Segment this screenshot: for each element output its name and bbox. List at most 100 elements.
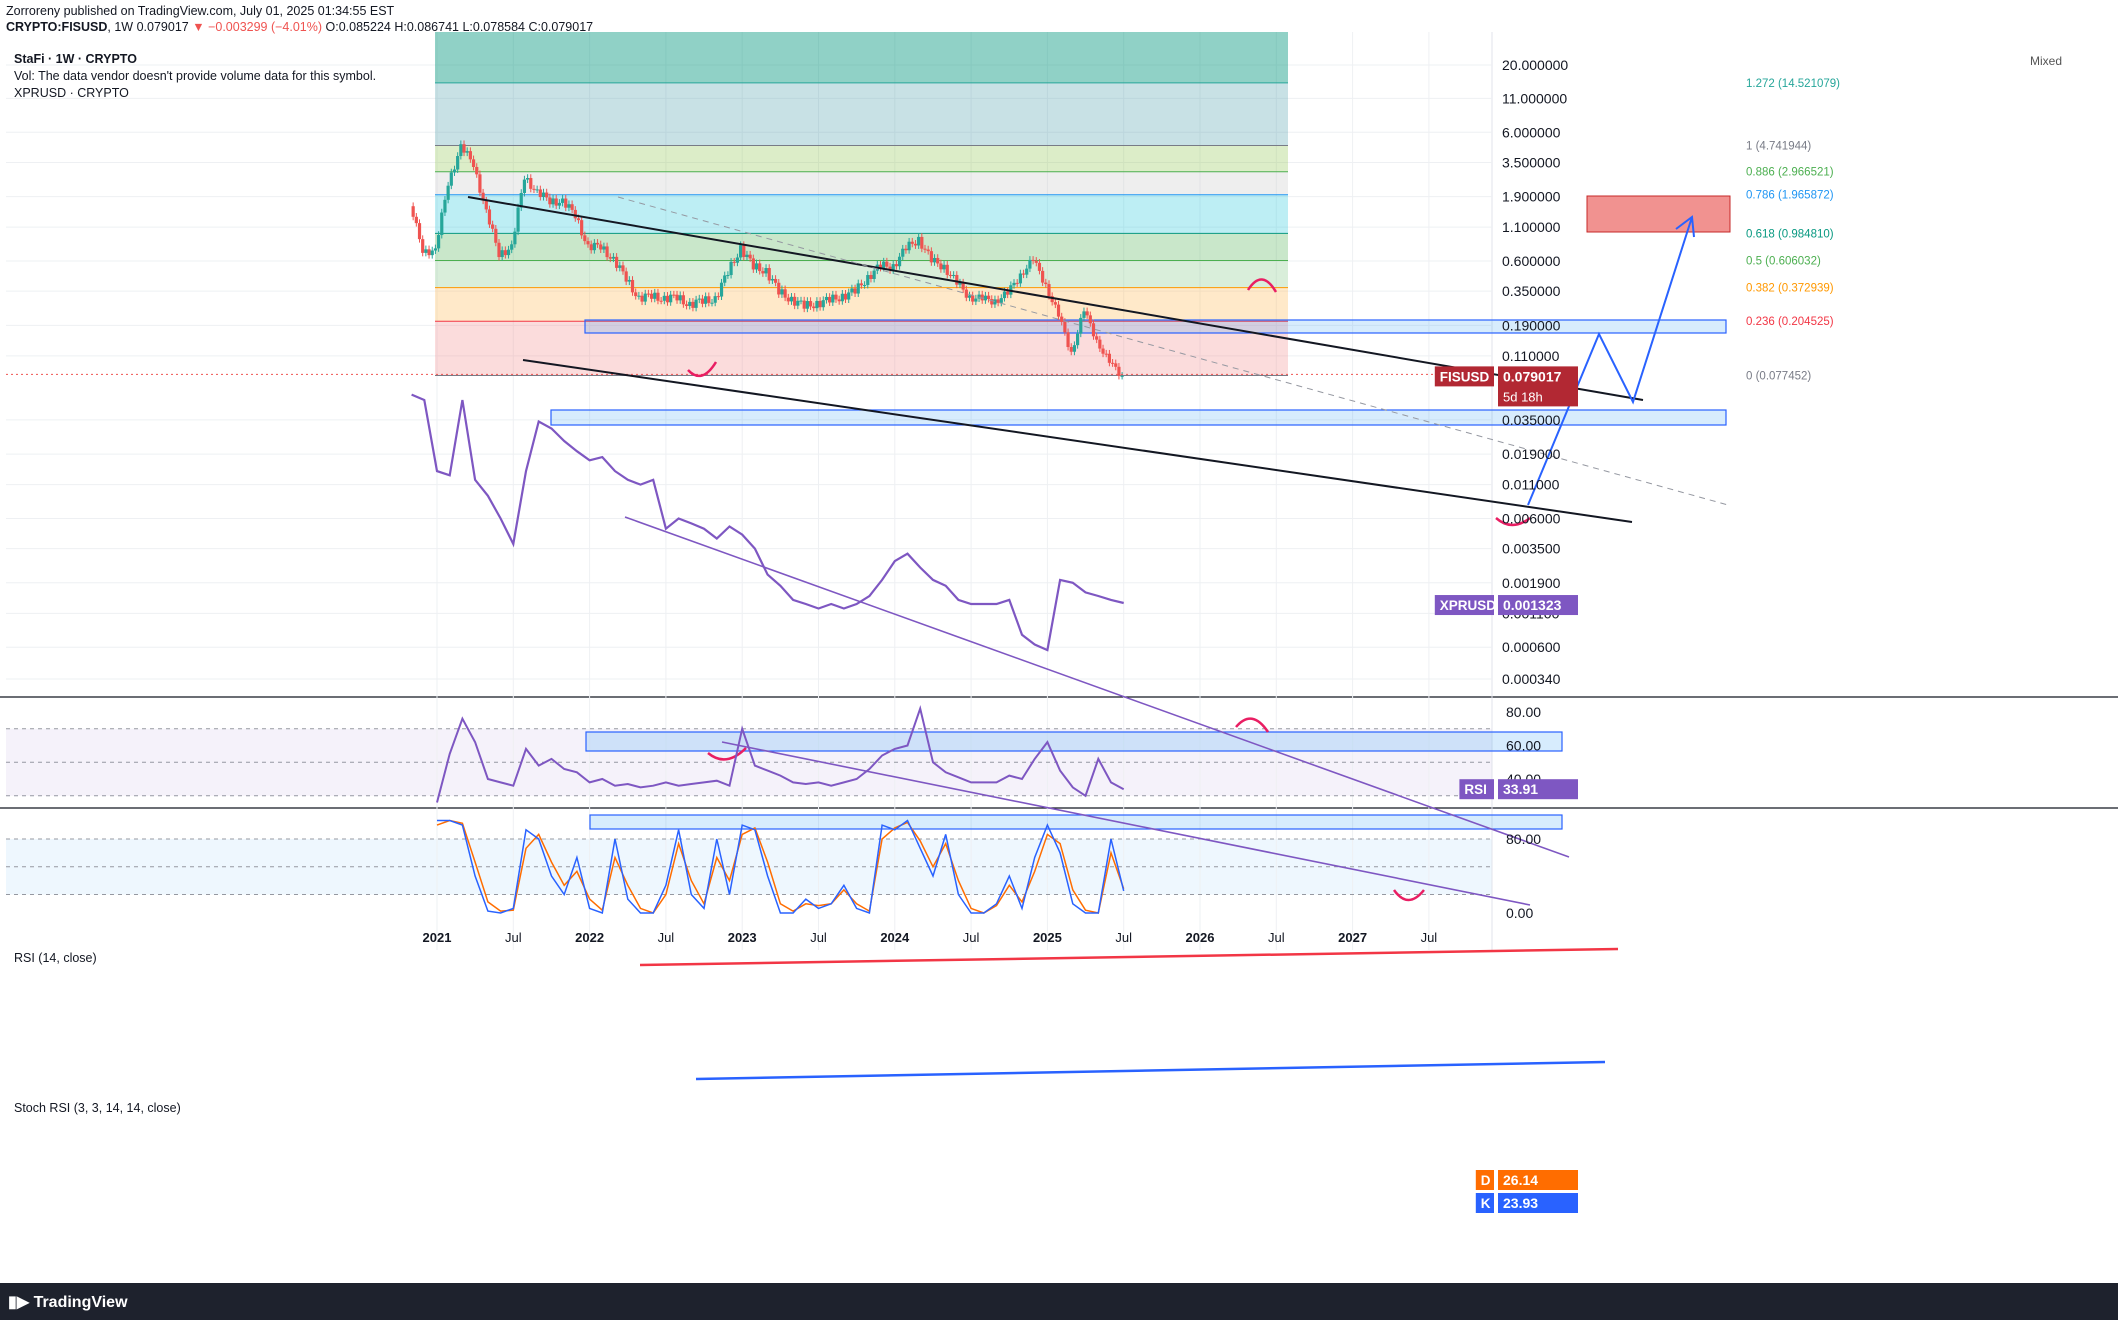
compare-symbol[interactable]: XPRUSD · CRYPTO	[14, 86, 129, 100]
time-tick-label: Jul	[1268, 930, 1285, 945]
candle-body	[640, 295, 644, 302]
candle-body	[688, 301, 692, 306]
tradingview-logo[interactable]: ▮▶ TradingView	[8, 1292, 128, 1312]
candle-body	[678, 295, 682, 301]
candle-body	[952, 274, 956, 276]
candle-body	[808, 301, 813, 307]
candle-body	[589, 244, 593, 251]
rsi-title: RSI (14, close)	[14, 951, 97, 965]
candle-body	[1056, 304, 1061, 317]
candle-body	[767, 268, 771, 281]
fib-level-label: 1.272 (14.521079)	[1746, 78, 1840, 90]
candle-body	[557, 202, 561, 206]
candle-body	[1025, 268, 1029, 275]
candle-body	[1002, 291, 1007, 299]
candle-body	[1107, 353, 1111, 363]
candle-body	[513, 231, 517, 245]
candle-body	[1110, 362, 1115, 364]
time-tick-label: 2022	[575, 930, 604, 945]
candle-body	[545, 192, 549, 198]
stoch-d-badge-value: 26.14	[1503, 1172, 1538, 1188]
fib-zone	[435, 171, 1288, 195]
chart-canvas[interactable]: 1.272 (14.521079) 1 (4.741944) 0.886 (2.96…	[0, 0, 2118, 1283]
candle-body	[945, 264, 949, 275]
price-tick-label: 0.019000	[1502, 446, 1561, 462]
candle-body	[427, 249, 431, 256]
candle-body	[468, 151, 472, 160]
xprusd-badge-value: 0.001323	[1503, 597, 1562, 613]
candle-body	[1031, 259, 1035, 261]
rsi-resistance-line	[639, 947, 1619, 967]
price-tick-label: 1.100000	[1502, 219, 1561, 235]
candle-body	[920, 236, 924, 249]
candle-body	[923, 248, 927, 250]
time-tick-label: Jul	[505, 930, 522, 945]
stoch-tick-label: 0.00	[1506, 905, 1533, 921]
candle-body	[459, 144, 463, 157]
price-tick-label: 1.900000	[1502, 189, 1561, 205]
price-tick-label: 0.000340	[1502, 671, 1561, 687]
time-tick-label: 2027	[1338, 930, 1367, 945]
candle-body	[649, 293, 654, 299]
candle-body	[586, 241, 590, 245]
fib-level-label: 0.236 (0.204525)	[1746, 316, 1834, 328]
candle-body	[669, 294, 673, 303]
scale-mode[interactable]: Mixed	[2030, 54, 2062, 68]
candle-body	[847, 292, 851, 300]
candle-body	[786, 297, 790, 302]
xpr-upper-trendline	[624, 516, 1570, 858]
candle-body	[433, 248, 438, 251]
time-tick-label: Jul	[1421, 930, 1438, 945]
price-tick-label: 0.035000	[1502, 412, 1561, 428]
candle-body	[1069, 347, 1073, 352]
candle-body	[615, 256, 619, 268]
candle-body	[983, 295, 988, 301]
candle-body	[986, 295, 991, 300]
candle-body	[1085, 311, 1089, 316]
candle-body	[611, 256, 616, 259]
candle-body	[939, 263, 943, 270]
candle-body	[1072, 345, 1077, 352]
time-tick-label: Jul	[810, 930, 827, 945]
candle-body	[926, 249, 930, 252]
candle-body	[735, 257, 740, 263]
candle-body	[764, 268, 768, 274]
candle-body	[656, 292, 660, 301]
candle-body	[932, 257, 937, 263]
candle-body	[1082, 311, 1086, 318]
candle-body	[713, 296, 717, 303]
candle-body	[862, 284, 867, 286]
candle-body	[739, 245, 743, 258]
candle-body	[913, 243, 918, 246]
rsi-badge-value: 33.91	[1503, 781, 1538, 797]
candle-body	[793, 296, 797, 306]
candle-body	[967, 295, 972, 298]
candle-body	[1034, 260, 1038, 263]
candle-body	[665, 295, 670, 303]
candle-body	[541, 192, 546, 198]
candle-body	[646, 293, 651, 295]
candle-body	[599, 244, 603, 250]
footer-bar: ▮▶ TradingView	[0, 1283, 2118, 1320]
candle-body	[446, 185, 450, 200]
candle-body	[993, 299, 997, 305]
candle-body	[831, 294, 835, 303]
candle-body	[430, 250, 434, 256]
candle-body	[812, 306, 816, 309]
candle-body	[904, 248, 908, 251]
candle-body	[554, 198, 558, 206]
candle-body	[618, 265, 622, 268]
candle-body	[754, 263, 759, 270]
candle-body	[621, 265, 625, 272]
time-tick-label: 2023	[728, 930, 757, 945]
candle-body	[630, 279, 635, 293]
candle-body	[796, 300, 800, 306]
fib-level-label: 0.382 (0.372939)	[1746, 283, 1834, 295]
price-tick-label: 0.006000	[1502, 511, 1561, 527]
candle-body	[885, 261, 889, 267]
candle-body	[1120, 375, 1124, 377]
candle-body	[1021, 273, 1026, 275]
candle-body	[1044, 282, 1048, 285]
candle-body	[659, 300, 663, 302]
candle-body	[894, 264, 898, 267]
